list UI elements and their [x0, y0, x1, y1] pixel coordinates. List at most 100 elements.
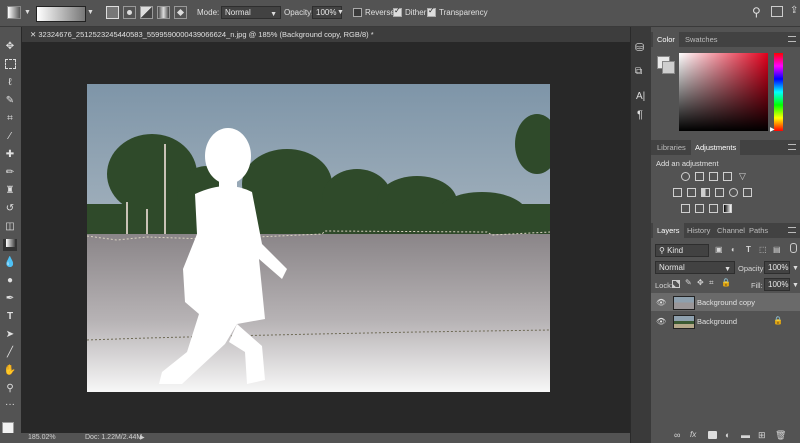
panel-menu-icon[interactable]: [788, 227, 796, 233]
history-panel-icon[interactable]: ⛁: [635, 41, 644, 54]
gradient-map-icon[interactable]: [723, 204, 732, 213]
pen-tool-icon[interactable]: ✒: [3, 293, 17, 305]
tab-history[interactable]: History: [683, 223, 714, 238]
lock-all-icon[interactable]: 🔒: [721, 278, 731, 287]
panel-menu-icon[interactable]: [788, 144, 796, 150]
layer-row[interactable]: 👁 Background copy: [651, 293, 800, 311]
character-panel-icon[interactable]: A|: [636, 91, 645, 102]
tab-swatches[interactable]: Swatches: [681, 32, 722, 47]
paragraph-panel-icon[interactable]: ¶: [637, 109, 643, 121]
dither-checkbox[interactable]: [393, 6, 402, 17]
chevron-down-icon[interactable]: ▼: [24, 9, 31, 16]
layer-name[interactable]: Background: [697, 317, 737, 326]
history-brush-tool-icon[interactable]: ↺: [3, 203, 17, 215]
path-selection-tool-icon[interactable]: ➤: [3, 329, 17, 341]
filter-pixel-icon[interactable]: ▣: [715, 245, 723, 254]
lock-position-icon[interactable]: ✥: [697, 278, 704, 287]
type-tool-icon[interactable]: T: [3, 311, 17, 323]
photo-filter-icon[interactable]: [715, 188, 724, 197]
visibility-eye-icon[interactable]: 👁: [656, 298, 666, 307]
filter-adjustment-icon[interactable]: ◐: [731, 245, 736, 254]
tab-paths[interactable]: Paths: [745, 223, 772, 238]
blend-mode-select[interactable]: Normal ▼: [655, 261, 735, 274]
properties-panel-icon[interactable]: ⧉: [635, 66, 642, 77]
share-icon[interactable]: ⇪: [790, 5, 798, 16]
fill-chevron-icon[interactable]: ▼: [792, 282, 799, 289]
exposure-icon[interactable]: [723, 172, 732, 181]
color-balance-icon[interactable]: [687, 188, 696, 197]
mode-select[interactable]: Normal ▼: [221, 6, 281, 19]
brush-tool-icon[interactable]: ✏: [3, 167, 17, 179]
layer-style-icon[interactable]: fx: [690, 430, 696, 439]
blur-tool-icon[interactable]: 💧: [3, 257, 17, 269]
workspace-icon[interactable]: [771, 6, 783, 17]
background-swatch[interactable]: [662, 61, 675, 74]
tab-adjustments[interactable]: Adjustments: [691, 140, 741, 155]
diamond-gradient-button[interactable]: [174, 6, 187, 19]
layer-row[interactable]: 👁 Background 🔒: [651, 312, 800, 330]
more-tools-icon[interactable]: ···: [3, 399, 17, 411]
dodge-tool-icon[interactable]: ●: [3, 275, 17, 287]
brightness-contrast-icon[interactable]: [681, 172, 690, 181]
color-field[interactable]: [679, 53, 768, 131]
filter-smart-object-icon[interactable]: ▤: [773, 245, 781, 254]
line-tool-icon[interactable]: ╱: [3, 347, 17, 359]
document-image[interactable]: [87, 84, 550, 392]
lock-image-icon[interactable]: ✎: [685, 278, 692, 287]
clone-stamp-tool-icon[interactable]: ♜: [3, 185, 17, 197]
tab-layers[interactable]: Layers: [653, 223, 684, 238]
new-layer-icon[interactable]: ⊞: [758, 430, 766, 441]
radial-gradient-button[interactable]: [123, 6, 136, 19]
filter-shape-icon[interactable]: ⬚: [759, 245, 767, 254]
posterize-icon[interactable]: [695, 204, 704, 213]
reflected-gradient-button[interactable]: [157, 6, 170, 19]
opacity-chevron-icon[interactable]: ▼: [792, 265, 799, 272]
delete-layer-icon[interactable]: 🗑: [775, 430, 786, 441]
levels-icon[interactable]: [695, 172, 704, 181]
visibility-eye-icon[interactable]: 👁: [656, 317, 666, 326]
panel-menu-icon[interactable]: [788, 36, 796, 42]
transparency-checkbox[interactable]: [427, 6, 436, 17]
lock-transparent-icon[interactable]: [672, 280, 680, 288]
layer-filter-select[interactable]: ⚲ Kind: [655, 244, 709, 257]
opacity-chevron-icon[interactable]: ▼: [337, 9, 344, 16]
curves-icon[interactable]: [709, 172, 718, 181]
tab-libraries[interactable]: Libraries: [653, 140, 690, 155]
hue-slider[interactable]: [774, 53, 783, 131]
reverse-checkbox[interactable]: [353, 8, 362, 17]
fill-input[interactable]: 100%: [764, 278, 790, 291]
linear-gradient-button[interactable]: [106, 6, 119, 19]
hue-slider-handle-icon[interactable]: ▶: [770, 126, 775, 133]
status-menu-chevron-icon[interactable]: ▶: [140, 433, 145, 443]
eyedropper-tool-icon[interactable]: ⁄: [3, 131, 17, 143]
crop-tool-icon[interactable]: ⌗: [3, 113, 17, 125]
gradient-preview[interactable]: [36, 6, 86, 22]
gradient-tool-icon[interactable]: [7, 6, 21, 19]
channel-mixer-icon[interactable]: [729, 188, 738, 197]
gradient-tool-icon[interactable]: [3, 239, 17, 251]
quick-selection-tool-icon[interactable]: ✎: [3, 95, 17, 107]
layer-mask-icon[interactable]: [708, 431, 717, 439]
marquee-tool-icon[interactable]: [3, 59, 17, 71]
hand-tool-icon[interactable]: ✋: [3, 365, 17, 377]
tab-channels[interactable]: Channel: [713, 223, 749, 238]
gradient-picker-chevron-icon[interactable]: ▼: [87, 9, 94, 16]
hue-saturation-icon[interactable]: [673, 188, 682, 197]
black-white-icon[interactable]: [701, 188, 710, 197]
healing-brush-tool-icon[interactable]: ✚: [3, 149, 17, 161]
zoom-level[interactable]: 185.02%: [28, 433, 56, 443]
layer-name[interactable]: Background copy: [697, 298, 755, 307]
filter-type-icon[interactable]: T: [746, 245, 751, 254]
zoom-tool-icon[interactable]: ⚲: [3, 383, 17, 395]
angle-gradient-button[interactable]: [140, 6, 153, 19]
lock-artboard-icon[interactable]: ⌗: [709, 278, 714, 288]
adjustment-layer-icon[interactable]: ◐: [725, 430, 730, 440]
search-icon[interactable]: ⚲: [752, 5, 761, 19]
color-lookup-icon[interactable]: [743, 188, 752, 197]
link-layers-icon[interactable]: ∞: [674, 430, 680, 440]
invert-icon[interactable]: [681, 204, 690, 213]
eraser-tool-icon[interactable]: ◫: [3, 221, 17, 233]
tab-color[interactable]: Color: [653, 32, 679, 47]
move-tool-icon[interactable]: ✥: [3, 41, 17, 53]
layer-opacity-input[interactable]: 100%: [764, 261, 790, 274]
